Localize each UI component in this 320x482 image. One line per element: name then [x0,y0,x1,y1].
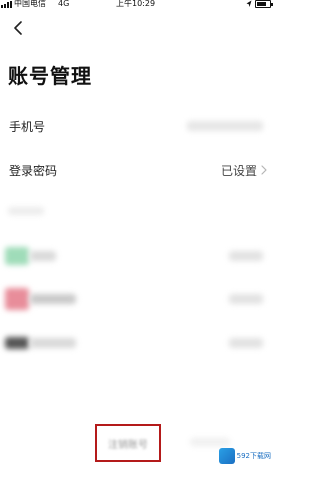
status-right-icons [246,0,273,8]
phone-label: 手机号 [9,119,46,134]
delete-account-button[interactable]: 注销账号 [95,424,161,462]
account-icon [5,337,29,349]
binding-status-blurred [229,338,263,348]
watermark-text: 592下载网 [236,452,271,460]
account-management-screen: 中国电信 4G 上午10:29 账号管理 手机号 登录密码 已设置 注销账号 5… [0,0,273,482]
delete-account-label: 注销账号 [108,439,148,451]
password-status: 已设置 [220,163,257,178]
chevron-right-icon [261,165,267,175]
site-watermark: 592下载网 [218,448,271,464]
password-row[interactable]: 登录密码 已设置 [0,150,273,190]
carrier-name: 中国电信 [14,0,46,8]
chevron-left-icon [14,21,22,35]
bindings-section-header-blurred [8,207,44,215]
location-icon [246,0,252,7]
status-time: 上午10:29 [116,0,156,8]
binding-name-blurred [30,338,76,348]
binding-status-blurred [229,251,263,261]
binding-name-blurred [30,251,56,261]
footer-hint-blurred [190,438,230,446]
weibo-icon [5,288,29,310]
watermark-logo-icon [218,448,235,464]
binding-row[interactable] [0,328,273,358]
signal-icon [1,1,12,8]
binding-status-blurred [229,294,263,304]
phone-value-blurred [187,121,263,131]
password-label: 登录密码 [9,163,58,178]
status-bar: 中国电信 4G 上午10:29 [0,0,273,10]
battery-icon [255,0,273,8]
phone-row[interactable]: 手机号 [0,106,273,146]
wechat-icon [5,247,29,265]
network-type: 4G [58,0,70,8]
binding-row[interactable] [0,284,273,314]
back-button[interactable] [8,18,28,38]
binding-name-blurred [30,294,76,304]
binding-row[interactable] [0,241,273,271]
page-title: 账号管理 [8,64,92,88]
